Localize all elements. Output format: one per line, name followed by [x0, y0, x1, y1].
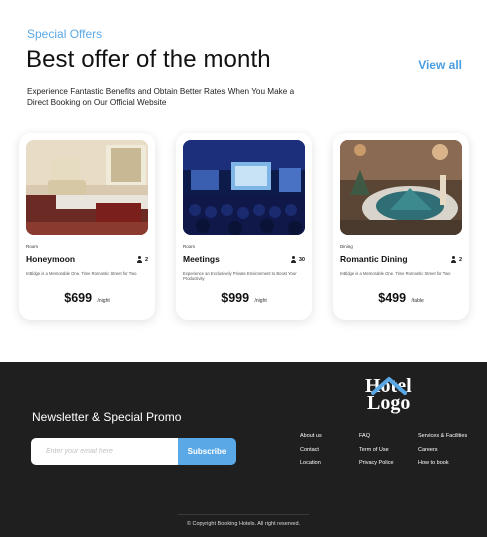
- card-category: Dining: [340, 244, 353, 249]
- footer-link-location[interactable]: Location: [300, 459, 322, 473]
- footer-link-contact[interactable]: Contact: [300, 446, 322, 460]
- footer-links-col-2: FAQ Term of Use Privacy Police: [359, 432, 394, 473]
- footer-link-how-to-book[interactable]: How to book: [418, 459, 467, 473]
- roof-icon: [371, 377, 407, 395]
- footer-link-careers[interactable]: Careers: [418, 446, 467, 460]
- guest-count: 30: [291, 256, 305, 263]
- card-title: Honeymoon: [26, 254, 76, 264]
- price-amount: $499: [378, 291, 407, 305]
- footer-link-faq[interactable]: FAQ: [359, 432, 394, 446]
- section-subtext: Experience Fantastic Benefits and Obtain…: [27, 87, 295, 107]
- guest-count-value: 2: [458, 256, 462, 263]
- card-title: Meetings: [183, 254, 220, 264]
- price-unit: /night: [97, 298, 110, 304]
- card-description: Experience an Exclusively Private Enviro…: [183, 271, 297, 282]
- special-offers-section: Special Offers Best offer of the month V…: [0, 0, 487, 362]
- copyright-text: © Copyright Booking Hotels. All right re…: [186, 521, 301, 527]
- guest-count-value: 2: [144, 256, 148, 263]
- card-description: InBldge is a Memorable One. Time Romanti…: [340, 271, 451, 276]
- price-amount: $699: [64, 291, 93, 305]
- person-icon: [291, 256, 297, 263]
- guest-count: 2: [451, 256, 462, 263]
- footer-link-privacy[interactable]: Privacy Police: [359, 459, 394, 473]
- guest-count-value: 30: [298, 256, 305, 263]
- footer-link-services[interactable]: Services & Facilities: [418, 432, 467, 446]
- person-icon: [137, 256, 143, 263]
- honeymoon-room-image: [26, 140, 148, 235]
- meetings-hall-image: [183, 140, 305, 235]
- card-price: $699 /night: [19, 289, 155, 307]
- card-category: Room: [183, 244, 196, 249]
- email-input[interactable]: [31, 438, 178, 465]
- hotel-logo[interactable]: Hotel Logo: [365, 376, 421, 417]
- offer-card-romantic-dining[interactable]: Dining Romantic Dining 2 InBldge is a Me…: [333, 133, 469, 320]
- card-description: InBldge is a Memorable One. Time Romanti…: [26, 271, 137, 276]
- site-footer: Newsletter & Special Promo Subscribe Hot…: [0, 362, 487, 537]
- price-unit: /night: [254, 298, 267, 304]
- footer-divider: [178, 514, 309, 515]
- offer-card-meetings[interactable]: Room Meetings 30 Experience an Exclusive…: [176, 133, 312, 320]
- price-unit: /table: [411, 298, 424, 304]
- guest-count: 2: [137, 256, 148, 263]
- subscribe-button[interactable]: Subscribe: [178, 438, 236, 465]
- view-all-link[interactable]: View all: [418, 58, 462, 72]
- footer-link-terms[interactable]: Term of Use: [359, 446, 394, 460]
- footer-link-about-us[interactable]: About us: [300, 432, 322, 446]
- footer-links-col-1: About us Contact Location: [300, 432, 322, 473]
- person-icon: [451, 256, 457, 263]
- offer-card-honeymoon[interactable]: Room Honeymoon 2 InBldge is a Memorable …: [19, 133, 155, 320]
- price-amount: $999: [221, 291, 250, 305]
- card-price: $999 /night: [176, 289, 312, 307]
- card-category: Room: [26, 244, 39, 249]
- section-eyebrow: Special Offers: [27, 27, 103, 41]
- newsletter-title: Newsletter & Special Promo: [32, 410, 182, 424]
- newsletter-form: Subscribe: [31, 438, 236, 465]
- footer-links-col-3: Services & Facilities Careers How to boo…: [418, 432, 467, 473]
- card-price: $499 /table: [333, 289, 469, 307]
- card-title: Romantic Dining: [340, 254, 408, 264]
- section-headline: Best offer of the month: [26, 46, 271, 73]
- romantic-dining-image: [340, 140, 462, 235]
